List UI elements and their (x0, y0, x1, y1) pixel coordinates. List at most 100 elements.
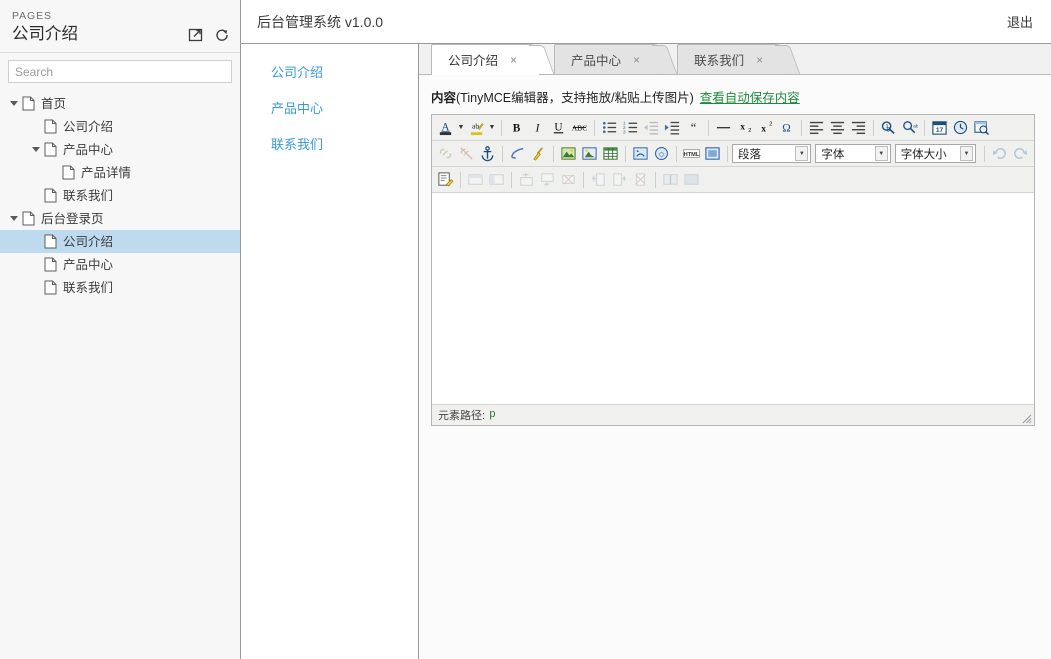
insert-media-button[interactable] (579, 144, 600, 164)
tree-item[interactable]: 产品中心 (0, 138, 240, 161)
background-color-dropdown[interactable]: ▼ (487, 124, 497, 131)
edit-css-button[interactable] (435, 170, 456, 190)
font-family-select[interactable]: 字体 ▼ (815, 144, 891, 163)
underline-button[interactable]: U (548, 118, 569, 138)
tree-item[interactable]: 公司介绍 (0, 115, 240, 138)
tree-item[interactable]: 公司介绍 (0, 230, 240, 253)
insert-time-button[interactable] (950, 118, 971, 138)
svg-text:A: A (441, 121, 450, 133)
nav-link-company[interactable]: 公司介绍 (271, 62, 418, 81)
preview-button[interactable] (971, 118, 992, 138)
fullscreen-button[interactable] (702, 144, 723, 164)
editor-toolbar-row-1: A▼ab▼BIUABC123“x2x2Ω৳ab17 (432, 115, 1034, 141)
editor-status-bar: 元素路径: p (432, 405, 1034, 425)
editor-content-area[interactable] (432, 193, 1034, 405)
refresh-icon[interactable] (214, 27, 230, 43)
app-root: PAGES 公司介绍 首页公司介绍产品中心产品详情联系我们后台登录页公司介绍产品… (0, 0, 1051, 659)
svg-text:U: U (554, 121, 562, 133)
chevron-down-icon[interactable]: ▼ (795, 146, 809, 161)
tree-item[interactable]: 首页 (0, 92, 240, 115)
editor-tab[interactable]: 公司介绍 × (431, 44, 541, 75)
align-right-button[interactable] (848, 118, 869, 138)
insert-image-button[interactable] (558, 144, 579, 164)
chevron-down-icon[interactable]: ▼ (874, 146, 888, 161)
subscript-button[interactable]: x2 (734, 118, 755, 138)
page-doc-icon (44, 142, 57, 157)
bold-button[interactable]: B (506, 118, 527, 138)
nav-link-products[interactable]: 产品中心 (271, 98, 418, 117)
numbered-list-button[interactable]: 123 (620, 118, 641, 138)
sidebar-header: PAGES 公司介绍 (0, 0, 240, 53)
tree-item[interactable]: 联系我们 (0, 276, 240, 299)
tree-item[interactable]: 产品中心 (0, 253, 240, 276)
tab-close-icon[interactable]: × (510, 54, 517, 66)
tree-item-label: 公司介绍 (63, 234, 114, 249)
admin-nav-column: 公司介绍 产品中心 联系我们 (241, 44, 419, 659)
blockquote-button[interactable]: “ (683, 118, 704, 138)
svg-text:2: 2 (769, 122, 772, 128)
remove-format-button[interactable] (528, 144, 549, 164)
indent-button[interactable] (662, 118, 683, 138)
special-character-button[interactable]: Ω (776, 118, 797, 138)
emotions-button[interactable] (630, 144, 651, 164)
toolbar-separator (924, 119, 925, 136)
editor-tab[interactable]: 产品中心 × (554, 44, 664, 74)
insert-col-after-button (609, 170, 630, 190)
svg-text:2: 2 (748, 128, 751, 134)
align-left-button[interactable] (806, 118, 827, 138)
text-color-button[interactable]: A (435, 118, 456, 138)
open-external-icon[interactable] (188, 27, 204, 43)
split-cells-button (660, 170, 681, 190)
source-code-button[interactable]: HTML (681, 144, 702, 164)
insert-embed-button[interactable]: ◇ (651, 144, 672, 164)
logout-button[interactable]: 退出 (1007, 12, 1033, 31)
tab-label: 联系我们 (694, 54, 745, 68)
svg-text:ab: ab (472, 121, 479, 130)
resize-grip-icon[interactable] (1018, 410, 1032, 424)
align-center-button[interactable] (827, 118, 848, 138)
view-autosave-link[interactable]: 查看自动保存内容 (700, 91, 800, 105)
italic-button[interactable]: I (527, 118, 548, 138)
bullet-list-button[interactable] (599, 118, 620, 138)
undo-button (989, 144, 1010, 164)
insert-row-after-button (537, 170, 558, 190)
search-input[interactable] (8, 60, 232, 83)
text-color-dropdown[interactable]: ▼ (456, 124, 466, 131)
table-row-props-button (465, 170, 486, 190)
editor-toolbar-row-3 (432, 167, 1034, 193)
element-path-value[interactable]: p (489, 409, 496, 421)
tree-expand-caret-icon[interactable] (6, 211, 22, 227)
find-replace-button[interactable]: ab (899, 118, 920, 138)
unlink-button (456, 144, 477, 164)
insert-date-button[interactable]: 17 (929, 118, 950, 138)
tab-close-icon[interactable]: × (633, 54, 640, 66)
chevron-down-icon[interactable]: ▼ (960, 146, 973, 161)
tree-expand-caret-icon[interactable] (6, 96, 22, 112)
insert-table-button[interactable] (600, 144, 621, 164)
tree-expand-caret-icon[interactable] (28, 142, 44, 158)
svg-text:17: 17 (936, 127, 944, 134)
tree-item[interactable]: 后台登录页 (0, 207, 240, 230)
tree-item[interactable]: 联系我们 (0, 184, 240, 207)
nav-link-contact[interactable]: 联系我们 (271, 134, 418, 153)
tree-item-label: 产品中心 (63, 257, 114, 272)
editor-tab[interactable]: 联系我们 × (677, 44, 787, 74)
tab-close-icon[interactable]: × (756, 54, 763, 66)
find-button[interactable]: ৳ (878, 118, 899, 138)
svg-text:I: I (535, 122, 541, 134)
cleanup-button[interactable] (507, 144, 528, 164)
background-color-button[interactable]: ab (466, 118, 487, 138)
superscript-button[interactable]: x2 (755, 118, 776, 138)
tree-item[interactable]: 产品详情 (0, 161, 240, 184)
font-size-select[interactable]: 字体大小 ▼ (894, 144, 976, 163)
paragraph-format-select[interactable]: 段落 ▼ (732, 144, 812, 163)
toolbar-separator (984, 145, 985, 162)
page-doc-icon (44, 119, 57, 134)
anchor-button[interactable] (477, 144, 498, 164)
horizontal-rule-button[interactable] (713, 118, 734, 138)
toolbar-separator (625, 145, 626, 162)
strikethrough-button[interactable]: ABC (569, 118, 590, 138)
app-title: 后台管理系统 v1.0.0 (257, 13, 384, 30)
toolbar-separator (655, 171, 656, 188)
